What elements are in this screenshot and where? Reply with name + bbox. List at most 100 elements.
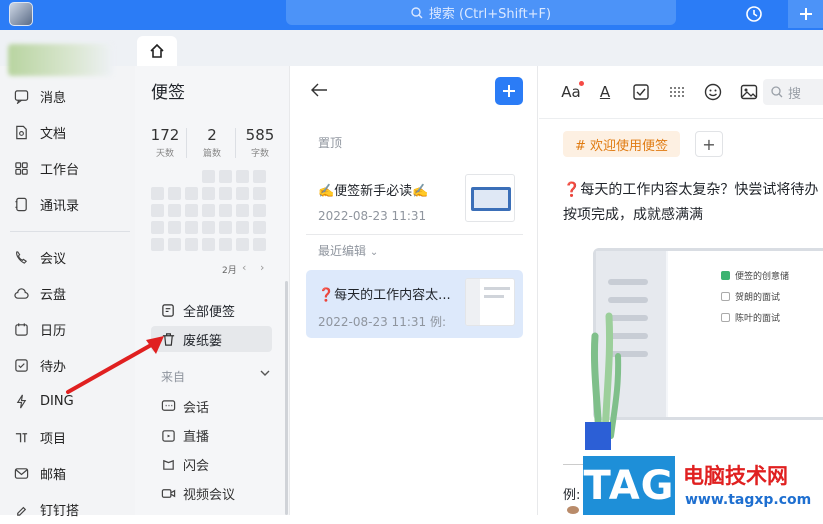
checkbox-checked-icon <box>721 271 730 280</box>
divider <box>306 234 523 235</box>
list-item[interactable]: ✍️便签新手必读✍️ 2022-08-23 11:31 <box>306 166 523 234</box>
scrollbar[interactable] <box>285 281 288 515</box>
sidebar-item-mail[interactable]: 邮箱 <box>0 458 135 488</box>
stat-label: 字数 <box>250 149 269 159</box>
search-icon <box>411 6 423 18</box>
text-color-tool[interactable]: A <box>595 82 615 102</box>
example-icon <box>567 506 579 514</box>
heatmap-cell <box>185 187 198 200</box>
month-label: 2月 <box>222 266 237 276</box>
watermark-title: 电脑技术网 <box>683 464 788 488</box>
sidebar-item-project[interactable]: 项目 <box>0 422 135 452</box>
source-label: 直播 <box>183 429 210 445</box>
source-label: 会话 <box>183 400 210 416</box>
meeting-icon <box>16 250 28 264</box>
editor-search[interactable]: 搜 <box>763 79 823 105</box>
list-item[interactable]: ❓每天的工作内容太... 2022-08-23 11:31 例: <box>306 270 523 338</box>
heatmap-cell <box>168 238 181 251</box>
sidebar-item-cloud[interactable]: 云盘 <box>0 278 135 308</box>
sidebar-item-label: 工作台 <box>40 162 80 178</box>
heatmap-cell <box>253 238 266 251</box>
watermark-url: www.tagxp.com <box>685 492 812 508</box>
heatmap-cell <box>236 204 249 217</box>
checklist-text: 便签的创意储 <box>735 272 790 282</box>
sidebar-item-docs[interactable]: 文档 <box>0 117 135 147</box>
app-logo[interactable] <box>9 2 33 26</box>
sidebar-item-label: 消息 <box>40 90 67 106</box>
recent-label[interactable]: 最近编辑 ⌄ <box>318 242 378 259</box>
sidebar-item-messages[interactable]: 消息 <box>0 81 135 111</box>
chevron-down-icon[interactable] <box>259 367 271 379</box>
heatmap-cell <box>219 238 232 251</box>
chevron-left-icon[interactable]: ‹ <box>242 261 246 274</box>
divider-icon[interactable] <box>667 82 687 102</box>
heatmap-cell <box>168 221 181 234</box>
new-note-button[interactable] <box>495 77 523 105</box>
note-body-line[interactable]: 按项完成，成就感满满 <box>563 204 823 224</box>
sidebar-item-workbench[interactable]: 工作台 <box>0 153 135 183</box>
recent-label-text: 最近编辑 <box>318 244 367 258</box>
checkbox-icon <box>721 292 730 301</box>
heatmap-cell <box>202 170 215 183</box>
cloud-icon <box>14 287 29 299</box>
note-tag[interactable]: # 欢迎使用便签 <box>563 131 681 157</box>
sidebar-item-label: 云盘 <box>40 287 67 303</box>
source-video-meeting[interactable]: 视频会议 <box>161 480 271 506</box>
source-live[interactable]: 直播 <box>161 422 271 448</box>
mail-icon <box>14 467 29 479</box>
history-icon[interactable] <box>745 5 763 23</box>
heatmap-cell <box>253 204 266 217</box>
image-icon[interactable] <box>739 82 759 102</box>
plant-pot <box>585 422 611 450</box>
heatmap-cell <box>219 170 232 183</box>
chevron-down-icon: ⌄ <box>369 247 379 258</box>
chevron-right-icon[interactable]: › <box>260 261 264 274</box>
source-flash-meeting[interactable]: 闪会 <box>161 451 271 477</box>
sidebar-item-label: 文档 <box>40 126 67 142</box>
sidebar-item-build[interactable]: 钉钉搭 <box>0 494 135 524</box>
flash-meeting-icon <box>163 459 174 470</box>
checklist-text: 贺朗的面试 <box>735 293 781 303</box>
stat-days: 172 天数 <box>140 126 190 159</box>
category-label: 全部便签 <box>183 304 236 320</box>
pinned-label: 置顶 <box>318 136 343 150</box>
heatmap-cell <box>185 204 198 217</box>
home-icon <box>150 43 164 58</box>
stat-words: 585 字数 <box>235 126 285 159</box>
stat-label: 天数 <box>155 149 174 159</box>
note-thumbnail <box>465 278 515 326</box>
stat-notes: 2 篇数 <box>187 126 237 159</box>
divider <box>539 118 823 119</box>
watermark: TAG 电脑技术网 www.tagxp.com <box>583 456 823 515</box>
build-icon <box>17 506 27 516</box>
tab-home[interactable] <box>137 36 177 66</box>
ding-icon <box>16 394 27 408</box>
contacts-icon <box>15 197 27 211</box>
global-search[interactable]: 搜索 (Ctrl+Shift+F) <box>286 0 676 25</box>
todo-icon <box>15 358 28 372</box>
stat-label: 篇数 <box>202 149 221 159</box>
checkbox-icon[interactable] <box>631 82 651 102</box>
workbench-icon <box>15 161 28 175</box>
checklist-text: 陈叶的面试 <box>735 314 781 324</box>
checklist-item: 贺朗的面试 <box>721 290 780 303</box>
add-button[interactable] <box>788 0 823 28</box>
emoji-icon[interactable] <box>703 82 723 102</box>
sidebar-item-contacts[interactable]: 通讯录 <box>0 189 135 219</box>
avatar[interactable] <box>8 44 113 76</box>
heatmap-cell <box>219 221 232 234</box>
heatmap-cell <box>253 187 266 200</box>
laptop-illustration: 便签的创意储 贺朗的面试 陈叶的面试 <box>563 244 823 456</box>
sidebar-item-meeting[interactable]: 会议 <box>0 242 135 272</box>
video-icon <box>161 488 176 498</box>
heatmap-cell <box>236 221 249 234</box>
heatmap-cell <box>151 238 164 251</box>
collapse-arrow-icon[interactable] <box>310 82 328 98</box>
add-tag-button[interactable]: + <box>695 131 723 157</box>
editor-search-placeholder: 搜 <box>788 86 802 102</box>
heatmap-cell <box>202 204 215 217</box>
message-icon <box>14 89 29 104</box>
activity-heatmap <box>151 170 271 256</box>
note-body-line[interactable]: ❓每天的工作内容太复杂？快尝试将待办 <box>563 179 823 199</box>
sidebar-item-label: 会议 <box>40 251 67 267</box>
